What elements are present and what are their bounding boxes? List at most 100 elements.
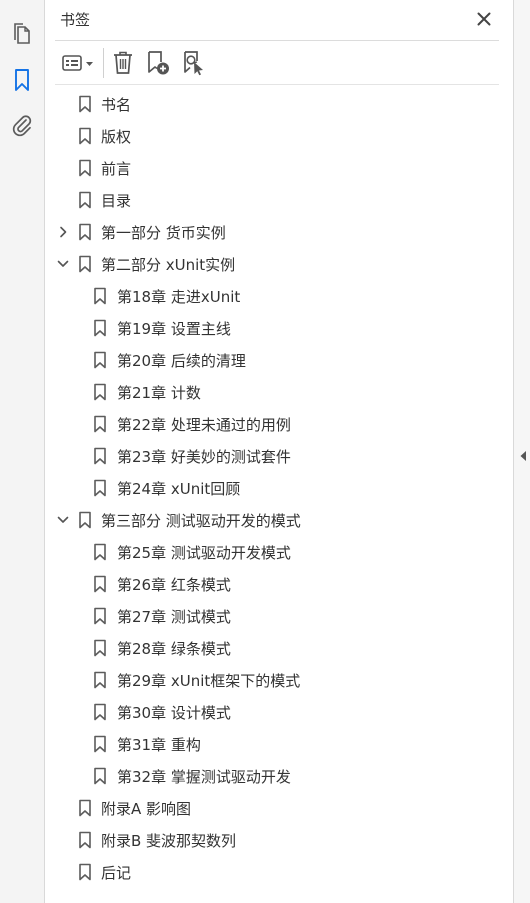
- bookmark-icon: [93, 735, 107, 753]
- bookmark-item[interactable]: 第20章 后续的清理: [45, 344, 491, 376]
- bookmark-item[interactable]: 第30章 设计模式: [45, 696, 491, 728]
- bookmark-item[interactable]: 第三部分 测试驱动开发的模式: [45, 504, 491, 536]
- bookmark-label: 第二部分 xUnit实例: [101, 256, 236, 274]
- bookmark-label: 第22章 处理未通过的用例: [117, 416, 291, 434]
- bookmark-icon: [93, 383, 107, 401]
- bookmark-icon: [78, 255, 92, 273]
- bookmark-item[interactable]: 第25章 测试驱动开发模式: [45, 536, 491, 568]
- bookmark-item[interactable]: 书名: [45, 88, 491, 120]
- bookmark-icon: [93, 543, 107, 561]
- bookmark-item[interactable]: 第29章 xUnit框架下的模式: [45, 664, 491, 696]
- bookmark-label: 第23章 好美妙的测试套件: [117, 448, 291, 466]
- bookmark-toolbar: [45, 41, 513, 85]
- new-bookmark-icon: [148, 51, 169, 75]
- bookmark-icon: [93, 671, 107, 689]
- bookmark-label: 第20章 后续的清理: [117, 352, 246, 370]
- bookmark-label: 第三部分 测试驱动开发的模式: [101, 512, 301, 530]
- bookmark-label: 第24章 xUnit回顾: [117, 480, 241, 498]
- bookmark-label: 第19章 设置主线: [117, 320, 231, 338]
- attachment-icon[interactable]: [9, 112, 35, 138]
- bookmark-list: 封面书名版权前言目录第一部分 货币实例第二部分 xUnit实例第18章 走进xU…: [45, 85, 491, 888]
- bookmark-icon: [93, 703, 107, 721]
- panel-header: 书签: [45, 0, 513, 40]
- bookmark-label: 附录A 影响图: [101, 800, 192, 818]
- bookmark-icon: [93, 287, 107, 305]
- bookmarks-panel: 书签 封面书名版权前言目录第一部分 货币实例第二部分 xUnit实例第18章 走…: [45, 0, 513, 903]
- bookmark-label: 第32章 掌握测试驱动开发: [117, 768, 291, 786]
- close-button[interactable]: [472, 7, 496, 31]
- bookmark-icon: [93, 351, 107, 369]
- delete-icon: [114, 51, 132, 74]
- bookmark-label: 第21章 计数: [117, 384, 201, 402]
- bookmark-label: 书名: [101, 96, 132, 114]
- chevron-down-icon[interactable]: [55, 256, 71, 272]
- bookmark-label: 后记: [101, 864, 132, 882]
- bookmark-item[interactable]: 前言: [45, 152, 491, 184]
- bookmark-item[interactable]: 第22章 处理未通过的用例: [45, 408, 491, 440]
- bookmark-item[interactable]: 附录B 斐波那契数列: [45, 824, 491, 856]
- bookmark-icon: [78, 95, 92, 113]
- new-bookmark-button[interactable]: [144, 49, 172, 77]
- bookmark-icon: [78, 799, 92, 817]
- bookmark-icon: [93, 607, 107, 625]
- bookmark-item[interactable]: 第一部分 货币实例: [45, 216, 491, 248]
- bookmark-item[interactable]: 后记: [45, 856, 491, 888]
- find-current-bookmark-button[interactable]: [178, 49, 208, 77]
- bookmark-icon: [78, 511, 92, 529]
- bookmark-item[interactable]: 第18章 走进xUnit: [45, 280, 491, 312]
- bookmark-item[interactable]: 第23章 好美妙的测试套件: [45, 440, 491, 472]
- toolbar-divider: [103, 48, 104, 78]
- close-icon: [477, 12, 491, 26]
- bookmark-item[interactable]: 第32章 掌握测试驱动开发: [45, 760, 491, 792]
- bookmark-icon[interactable]: [9, 67, 35, 93]
- bookmark-item[interactable]: 附录A 影响图: [45, 792, 491, 824]
- bookmark-label: 第30章 设计模式: [117, 704, 231, 722]
- bookmark-icon: [78, 127, 92, 145]
- bookmark-label: 前言: [101, 160, 132, 178]
- bookmark-label: 目录: [101, 192, 132, 210]
- bookmark-icon: [78, 159, 92, 177]
- bookmark-label: 第25章 测试驱动开发模式: [117, 544, 291, 562]
- bookmark-item[interactable]: 目录: [45, 184, 491, 216]
- bookmark-item[interactable]: 第26章 红条模式: [45, 568, 491, 600]
- bookmark-icon: [93, 767, 107, 785]
- bookmark-label: 附录B 斐波那契数列: [101, 832, 237, 850]
- bookmark-icon: [78, 223, 92, 241]
- bookmark-label: 第26章 红条模式: [117, 576, 231, 594]
- bookmark-label: 第27章 测试模式: [117, 608, 231, 626]
- bookmark-label: 第31章 重构: [117, 736, 201, 754]
- bookmark-label: 第29章 xUnit框架下的模式: [117, 672, 301, 690]
- chevron-right-icon[interactable]: [55, 224, 71, 240]
- bookmark-item[interactable]: 第27章 测试模式: [45, 600, 491, 632]
- bookmark-item[interactable]: 版权: [45, 120, 491, 152]
- bookmark-icon: [93, 639, 107, 657]
- bookmark-label: 第一部分 货币实例: [101, 224, 226, 242]
- options-button[interactable]: [58, 49, 98, 77]
- options-icon: [62, 55, 93, 71]
- bookmark-icon: [78, 191, 92, 209]
- bookmark-icon: [93, 319, 107, 337]
- bookmark-icon: [93, 447, 107, 465]
- bookmark-tree: 封面书名版权前言目录第一部分 货币实例第二部分 xUnit实例第18章 走进xU…: [45, 85, 491, 903]
- find-bookmark-icon: [184, 51, 203, 76]
- bookmark-label: 版权: [101, 128, 132, 146]
- bookmark-icon: [93, 479, 107, 497]
- bookmark-item[interactable]: 第31章 重构: [45, 728, 491, 760]
- pages-icon[interactable]: [9, 21, 35, 47]
- bookmark-item[interactable]: 第28章 绿条模式: [45, 632, 491, 664]
- chevron-down-icon[interactable]: [55, 512, 71, 528]
- bookmark-item[interactable]: 第21章 计数: [45, 376, 491, 408]
- bookmark-item[interactable]: 第24章 xUnit回顾: [45, 472, 491, 504]
- left-navigation-rail: [0, 0, 45, 903]
- panel-title: 书签: [60, 11, 91, 29]
- bookmark-label: 第28章 绿条模式: [117, 640, 231, 658]
- collapse-panel-button[interactable]: [518, 449, 528, 463]
- bookmark-icon: [78, 831, 92, 849]
- bookmark-item[interactable]: 第19章 设置主线: [45, 312, 491, 344]
- panel-collapse-strip: [513, 0, 530, 903]
- bookmark-icon: [93, 575, 107, 593]
- bookmark-item[interactable]: 第二部分 xUnit实例: [45, 248, 491, 280]
- bookmark-icon: [78, 863, 92, 881]
- bookmark-icon: [93, 415, 107, 433]
- delete-bookmark-button[interactable]: [109, 49, 137, 77]
